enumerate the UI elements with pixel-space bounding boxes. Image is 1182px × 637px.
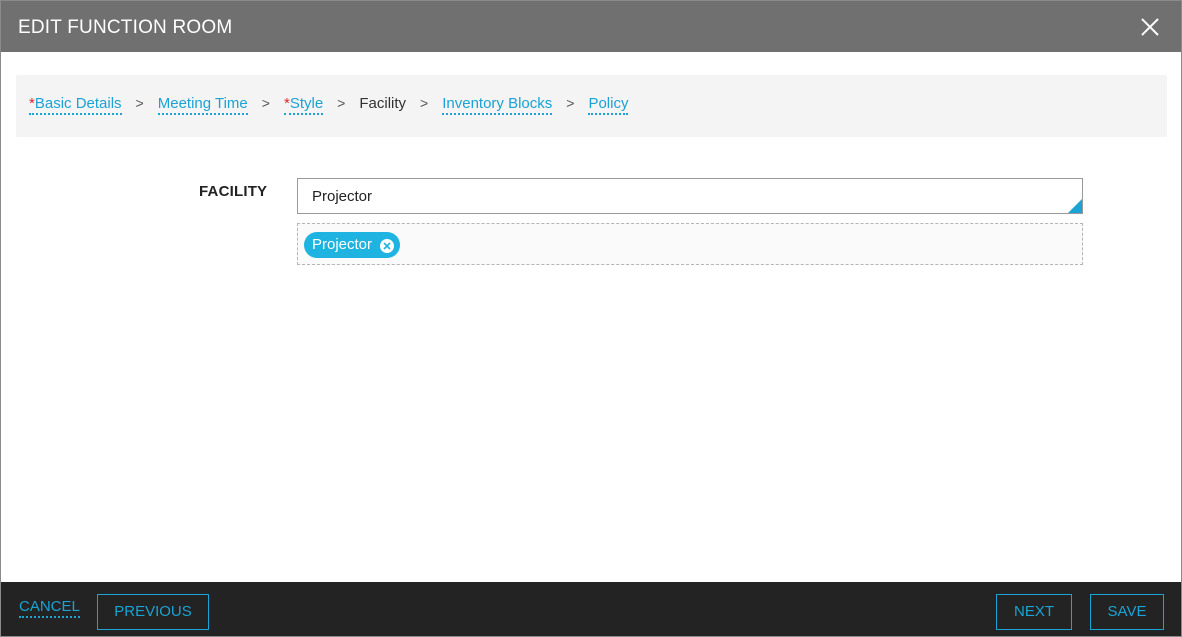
breadcrumb-step-policy[interactable]: Policy bbox=[588, 95, 629, 115]
selected-facilities-area: Projector bbox=[297, 223, 1083, 265]
breadcrumb-step-label: Policy bbox=[588, 95, 629, 112]
breadcrumb-step-inventory-blocks[interactable]: Inventory Blocks bbox=[442, 95, 553, 115]
facility-label: FACILITY bbox=[199, 183, 268, 200]
dialog-titlebar: EDIT FUNCTION ROOM bbox=[1, 1, 1181, 52]
previous-button[interactable]: PREVIOUS bbox=[97, 594, 209, 630]
breadcrumb-step-basic-details[interactable]: *Basic Details bbox=[29, 95, 122, 115]
dialog-title: EDIT FUNCTION ROOM bbox=[18, 17, 233, 38]
dialog-footer: CANCEL PREVIOUS NEXT SAVE bbox=[1, 582, 1181, 636]
facility-input[interactable]: Projector bbox=[297, 178, 1083, 214]
dropdown-corner-icon bbox=[1068, 199, 1082, 213]
next-button[interactable]: NEXT bbox=[996, 594, 1072, 630]
close-icon[interactable] bbox=[1139, 16, 1161, 38]
breadcrumb-step-label: Meeting Time bbox=[157, 95, 248, 112]
breadcrumb-separator: > bbox=[135, 95, 144, 111]
breadcrumb-step-label: Style bbox=[289, 95, 324, 112]
save-button[interactable]: SAVE bbox=[1090, 594, 1164, 630]
facility-tag-label: Projector bbox=[312, 236, 373, 253]
facility-input-value: Projector bbox=[312, 188, 373, 205]
breadcrumb-separator: > bbox=[566, 95, 575, 111]
cancel-link[interactable]: CANCEL bbox=[19, 598, 80, 618]
breadcrumb-separator: > bbox=[261, 95, 270, 111]
facility-tag: Projector bbox=[304, 232, 401, 258]
breadcrumb-step-label: Inventory Blocks bbox=[442, 95, 553, 112]
breadcrumb-step-label: Basic Details bbox=[34, 95, 122, 112]
breadcrumb-step-meeting-time[interactable]: Meeting Time bbox=[157, 95, 248, 115]
remove-circle-x-icon[interactable] bbox=[379, 237, 395, 253]
breadcrumb-step-facility-current: Facility bbox=[359, 95, 407, 112]
edit-function-room-dialog: EDIT FUNCTION ROOM *Basic Details > Meet… bbox=[0, 0, 1182, 637]
breadcrumb-separator: > bbox=[420, 95, 429, 111]
breadcrumb-steps: *Basic Details > Meeting Time > *Style >… bbox=[29, 95, 629, 115]
breadcrumb: *Basic Details > Meeting Time > *Style >… bbox=[16, 75, 1167, 137]
breadcrumb-separator: > bbox=[337, 95, 346, 111]
breadcrumb-step-style[interactable]: *Style bbox=[283, 95, 324, 115]
